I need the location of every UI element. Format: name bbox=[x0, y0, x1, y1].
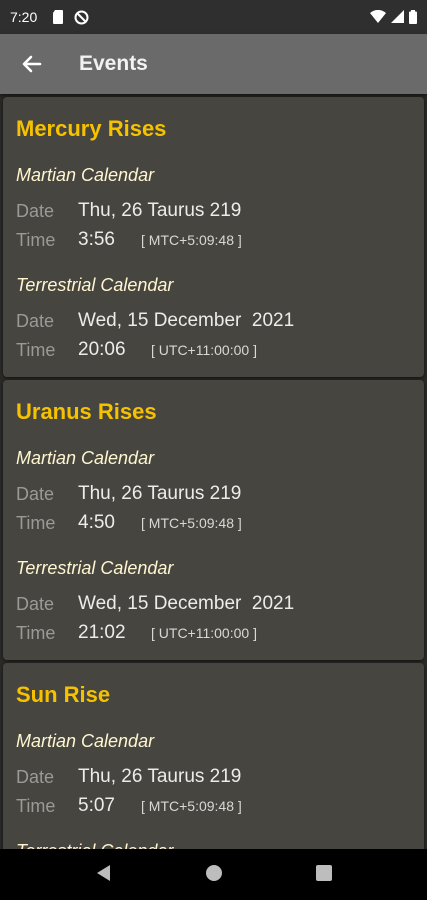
martian-calendar-heading: Martian Calendar bbox=[16, 731, 155, 751]
terrestrial-calendar-heading: Terrestrial Calendar bbox=[16, 558, 174, 578]
event-card: Sun Rise Martian Calendar Date Thu, 26 T… bbox=[3, 663, 424, 849]
signal-icon bbox=[391, 10, 404, 23]
event-title: Uranus Rises bbox=[16, 399, 157, 424]
martian-timezone: [ MTC+5:09:48 ] bbox=[141, 798, 242, 814]
do-not-disturb-icon bbox=[74, 10, 89, 25]
event-card: Mercury Rises Martian Calendar Date Thu,… bbox=[3, 97, 424, 377]
terrestrial-time: 20:06 bbox=[78, 339, 126, 360]
app-bar: Events bbox=[0, 34, 427, 94]
sim-card-icon bbox=[53, 10, 63, 24]
terrestrial-date: Wed, 15 December 2021 bbox=[78, 593, 295, 614]
events-list[interactable]: Mercury Rises Martian Calendar Date Thu,… bbox=[0, 94, 427, 849]
time-label: Time bbox=[16, 796, 56, 816]
terrestrial-date: Wed, 15 December 2021 bbox=[78, 310, 295, 331]
date-label: Date bbox=[16, 594, 55, 614]
battery-icon bbox=[409, 10, 417, 24]
terrestrial-calendar-heading: Terrestrial Calendar bbox=[16, 841, 173, 849]
page-title: Events bbox=[79, 52, 148, 75]
martian-date: Thu, 26 Taurus 219 bbox=[78, 483, 242, 504]
circle-home-icon[interactable] bbox=[205, 863, 223, 883]
time-label: Time bbox=[16, 623, 56, 643]
square-recents-icon[interactable] bbox=[315, 863, 333, 883]
triangle-back-icon[interactable] bbox=[94, 863, 112, 883]
system-nav-bar bbox=[0, 849, 427, 900]
martian-timezone: [ MTC+5:09:48 ] bbox=[141, 515, 242, 531]
martian-calendar-heading: Martian Calendar bbox=[16, 448, 155, 468]
martian-time: 4:50 bbox=[78, 512, 115, 533]
martian-timezone: [ MTC+5:09:48 ] bbox=[141, 232, 242, 248]
time-label: Time bbox=[16, 513, 56, 533]
martian-time: 5:07 bbox=[78, 795, 115, 816]
wifi-icon bbox=[370, 10, 386, 23]
event-title: Sun Rise bbox=[16, 682, 111, 707]
martian-date: Thu, 26 Taurus 219 bbox=[78, 200, 242, 221]
event-card: Uranus Rises Martian Calendar Date Thu, … bbox=[3, 380, 424, 660]
date-label: Date bbox=[16, 201, 55, 221]
martian-calendar-heading: Martian Calendar bbox=[16, 165, 155, 185]
martian-time: 3:56 bbox=[78, 229, 115, 250]
terrestrial-timezone: [ UTC+11:00:00 ] bbox=[151, 342, 257, 358]
terrestrial-timezone: [ UTC+11:00:00 ] bbox=[151, 625, 257, 641]
time-label: Time bbox=[16, 340, 56, 360]
arrow-back-icon[interactable] bbox=[18, 50, 46, 78]
martian-date: Thu, 26 Taurus 219 bbox=[78, 766, 242, 787]
status-time: 7:20 bbox=[10, 9, 38, 25]
event-title: Mercury Rises bbox=[16, 116, 167, 141]
time-label: Time bbox=[16, 230, 56, 250]
date-label: Date bbox=[16, 767, 55, 787]
terrestrial-calendar-heading: Terrestrial Calendar bbox=[16, 275, 174, 295]
date-label: Date bbox=[16, 311, 55, 331]
date-label: Date bbox=[16, 484, 55, 504]
terrestrial-time: 21:02 bbox=[78, 622, 126, 643]
status-bar: 7:20 bbox=[0, 0, 427, 34]
